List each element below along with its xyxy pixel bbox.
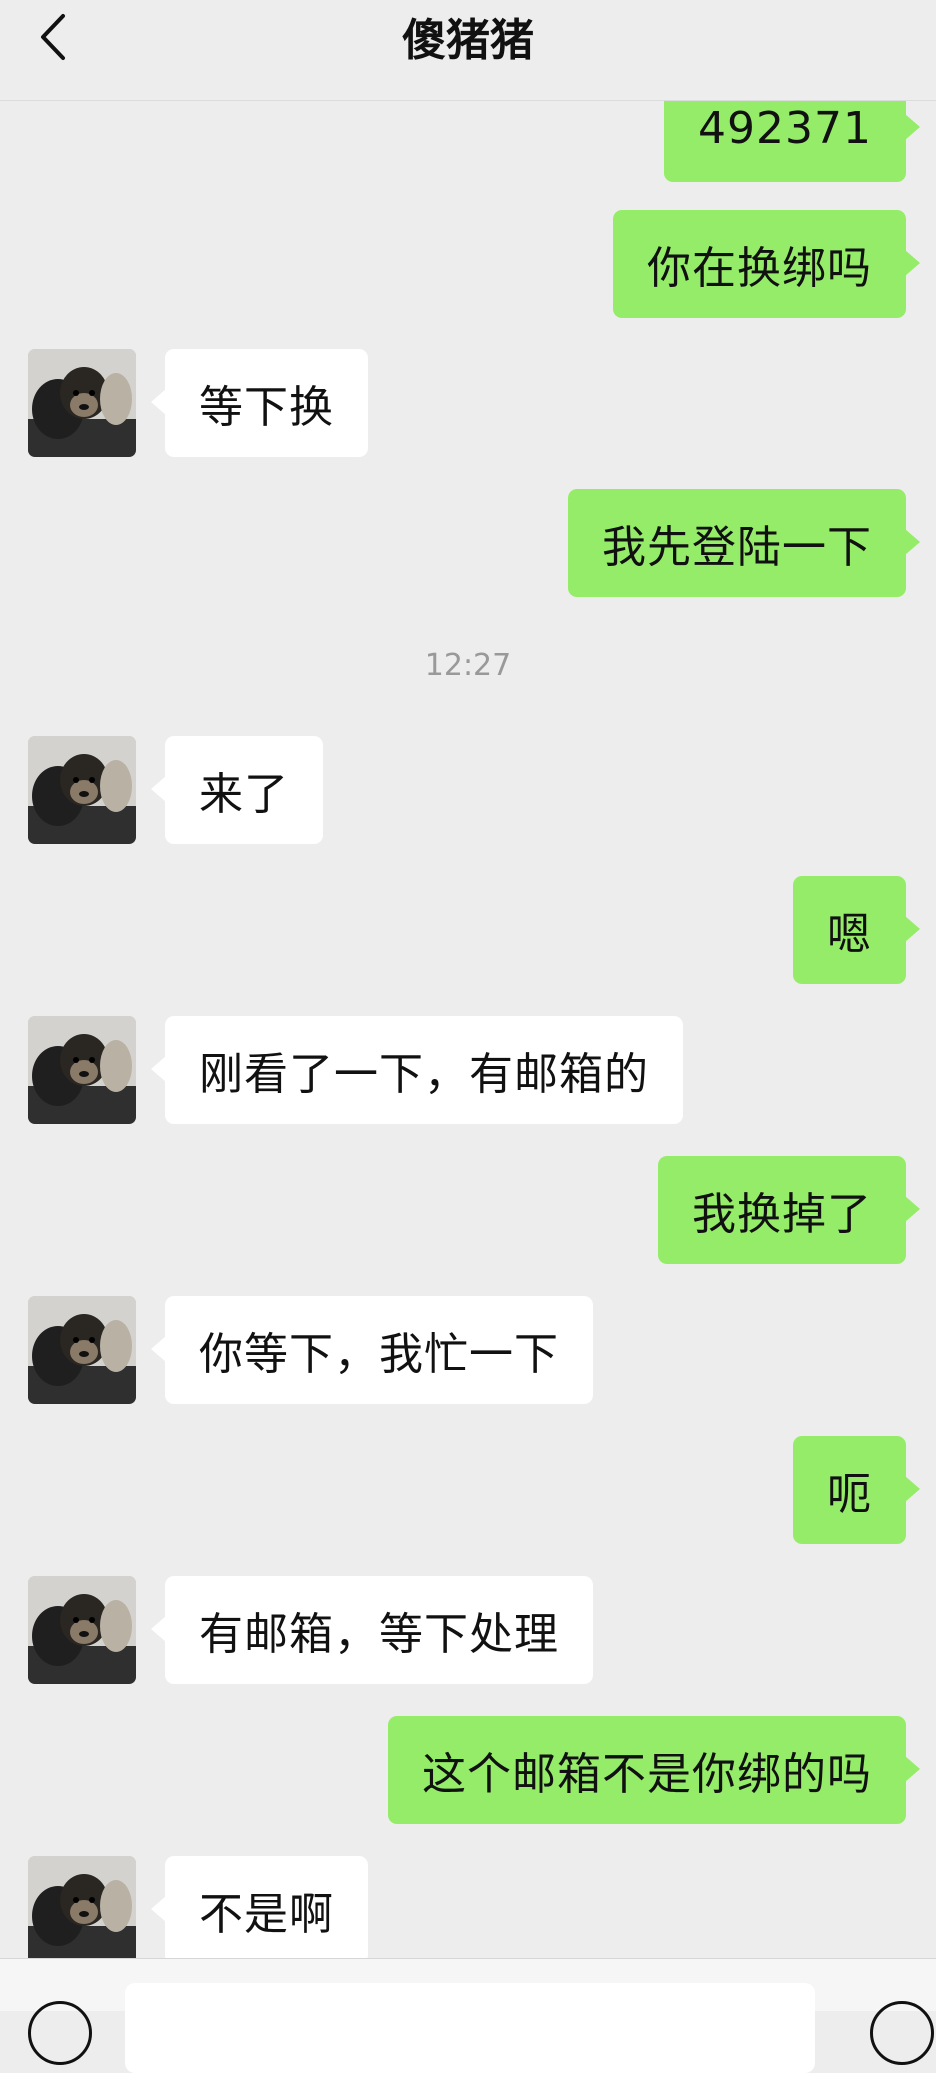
message-bubble-sent[interactable]: 你在换绑吗: [613, 210, 920, 318]
message-bubble-sent[interactable]: 我先登陆一下: [568, 489, 920, 597]
puppy-avatar-image: [28, 349, 136, 457]
message-bubble-sent[interactable]: 呃: [793, 1436, 920, 1544]
input-bar: [0, 1958, 936, 2073]
message-bubble-sent[interactable]: 我换掉了: [658, 1156, 920, 1264]
avatar[interactable]: [28, 1576, 136, 1684]
avatar[interactable]: [28, 1296, 136, 1404]
avatar[interactable]: [28, 1016, 136, 1124]
message-bubble-received[interactable]: 刚看了一下，有邮箱的: [151, 1016, 683, 1124]
message-bubble-received[interactable]: 有邮箱，等下处理: [151, 1576, 593, 1684]
message-bubble-sent[interactable]: 这个邮箱不是你绑的吗: [388, 1716, 920, 1824]
chat-title: 傻猪猪: [402, 15, 534, 66]
avatar[interactable]: [28, 1856, 136, 1958]
avatar[interactable]: [28, 736, 136, 844]
puppy-avatar-image: [28, 1296, 136, 1404]
message-bubble-received[interactable]: 不是啊: [151, 1856, 368, 1958]
avatar[interactable]: [28, 349, 136, 457]
chat-header: 傻猪猪: [0, 0, 936, 101]
message-bubble-sent[interactable]: 492371: [664, 100, 920, 182]
back-button[interactable]: [28, 12, 78, 62]
plus-icon[interactable]: [870, 2001, 934, 2065]
chevron-left-icon: [41, 14, 65, 60]
message-list[interactable]: 492371 你在换绑吗 等下换 我先登陆一下 12:27 来了 嗯 刚看了一下…: [0, 100, 936, 1958]
puppy-avatar-image: [28, 1016, 136, 1124]
voice-icon[interactable]: [28, 2001, 92, 2065]
puppy-avatar-image: [28, 736, 136, 844]
timestamp: 12:27: [424, 648, 512, 683]
puppy-avatar-image: [28, 1576, 136, 1684]
message-bubble-received[interactable]: 你等下，我忙一下: [151, 1296, 593, 1404]
message-bubble-received[interactable]: 来了: [151, 736, 323, 844]
message-bubble-received[interactable]: 等下换: [151, 349, 368, 457]
message-bubble-sent[interactable]: 嗯: [793, 876, 920, 984]
message-input[interactable]: [125, 1983, 815, 2073]
puppy-avatar-image: [28, 1856, 136, 1958]
